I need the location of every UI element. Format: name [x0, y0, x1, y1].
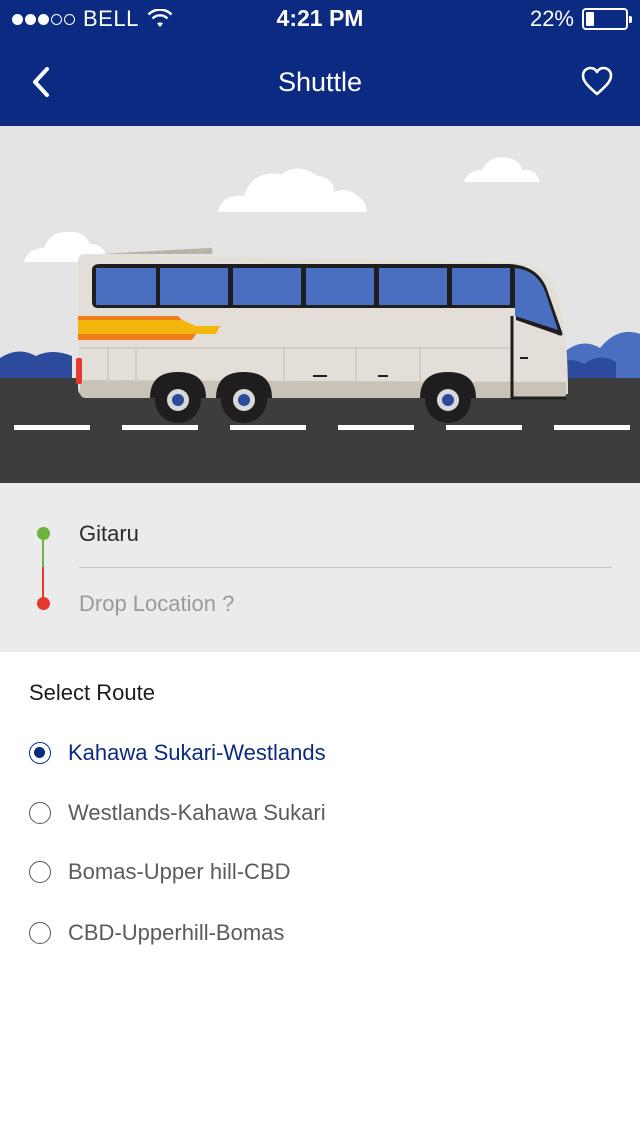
route-heading: Select Route [29, 680, 155, 705]
battery-icon [582, 8, 632, 30]
radio-button[interactable] [29, 922, 51, 944]
radio-button[interactable] [29, 861, 51, 883]
route-label: CBD-Upperhill-Bomas [68, 920, 285, 945]
route-connector [42, 567, 44, 599]
cloud-icon [24, 157, 540, 262]
route-option[interactable]: CBD-Upperhill-Bomas [0, 908, 640, 958]
favorite-button[interactable] [580, 64, 614, 98]
drop-location-input[interactable] [79, 587, 612, 621]
route-option[interactable]: Kahawa Sukari-Westlands [0, 728, 640, 778]
bus-illustration [0, 157, 640, 483]
route-option[interactable]: Westlands-Kahawa Sukari [0, 788, 640, 838]
app-header: Shuttle [0, 40, 640, 126]
route-connector [42, 539, 44, 567]
trip-locations: Gitaru [0, 483, 640, 652]
drop-marker-icon [37, 597, 50, 610]
battery-group: 22% [529, 6, 632, 32]
route-label: Westlands-Kahawa Sukari [68, 800, 326, 825]
divider [79, 567, 612, 568]
radio-button[interactable] [29, 802, 51, 824]
route-label: Kahawa Sukari-Westlands [68, 740, 326, 765]
route-label: Bomas-Upper hill-CBD [68, 859, 291, 884]
status-bar: BELL 4:21 PM 22% [0, 0, 640, 40]
radio-button[interactable] [29, 742, 51, 764]
pickup-location[interactable]: Gitaru [79, 521, 139, 547]
heart-outline-icon [581, 66, 613, 96]
shuttle-illustration [0, 126, 640, 483]
route-option[interactable]: Bomas-Upper hill-CBD [0, 847, 640, 897]
page-title: Shuttle [277, 67, 363, 97]
battery-percent: 22% [529, 6, 574, 31]
